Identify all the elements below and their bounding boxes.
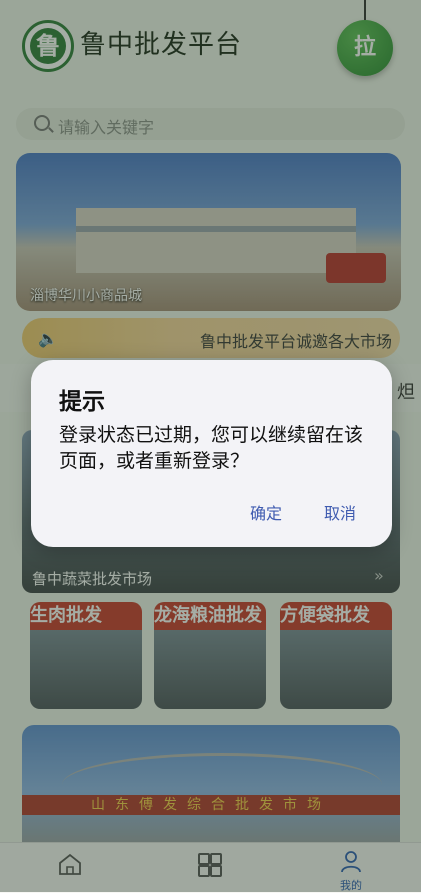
confirm-button[interactable]: 确定 — [250, 500, 282, 524]
dialog-title: 提示 — [59, 389, 105, 415]
session-expired-dialog: 提示 登录状态已过期，您可以继续留在该页面，或者重新登录？ 确定 取消 — [31, 360, 392, 547]
cancel-button[interactable]: 取消 — [324, 500, 356, 524]
dialog-message: 登录状态已过期，您可以继续留在该页面，或者重新登录？ — [59, 424, 364, 472]
